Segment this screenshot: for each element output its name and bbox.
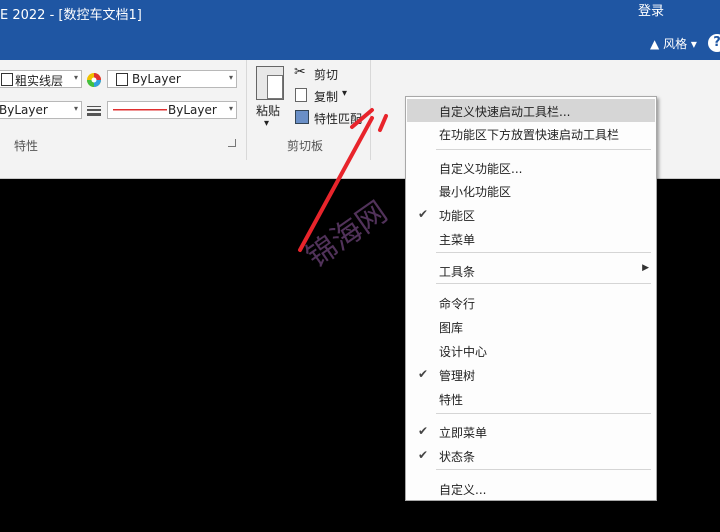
context-menu: 自定义快速启动工具栏... 在功能区下方放置快速启动工具栏 自定义功能区... 最小化… — [405, 96, 657, 501]
menu-item[interactable]: 工具条 ▶ — [407, 259, 655, 282]
menu-item-label: 工具条 — [439, 265, 476, 279]
menu-item[interactable]: ✔ 状态条 — [407, 444, 655, 467]
checkmark-icon: ✔ — [418, 207, 429, 221]
menu-item-label: 功能区 — [439, 209, 476, 223]
menu-item-label: 立即菜单 — [439, 426, 488, 440]
menu-item-label: 最小化功能区 — [439, 185, 512, 199]
checkmark-icon: ✔ — [418, 424, 429, 438]
checkmark-icon: ✔ — [418, 367, 429, 381]
menu-item-label: 自定义快速启动工具栏... — [439, 105, 571, 119]
submenu-arrow-icon: ▶ — [642, 263, 649, 273]
menu-item[interactable]: 图库 — [407, 315, 655, 338]
menu-item-label: 主菜单 — [439, 233, 476, 247]
menu-item-label: 图库 — [439, 321, 464, 335]
menu-item[interactable]: 主菜单 — [407, 227, 655, 250]
menu-item[interactable]: 自定义快速启动工具栏... — [407, 99, 655, 122]
menu-item-label: 自定义功能区... — [439, 162, 523, 176]
annotation-dash-2 — [378, 114, 388, 132]
menu-item[interactable]: ✔ 管理树 — [407, 363, 655, 386]
menu-separator — [436, 283, 651, 284]
menu-item[interactable]: 在功能区下方放置快速启动工具栏 — [407, 122, 655, 145]
menu-item-label: 状态条 — [439, 450, 476, 464]
menu-item[interactable]: ✔ 立即菜单 — [407, 420, 655, 443]
menu-item[interactable]: 特性 — [407, 387, 655, 410]
menu-item-label: 自定义... — [439, 483, 487, 497]
menu-item-label: 设计中心 — [439, 345, 488, 359]
menu-item-label: 管理树 — [439, 369, 476, 383]
menu-item[interactable]: 设计中心 — [407, 339, 655, 362]
menu-item-label: 特性 — [439, 393, 464, 407]
menu-item[interactable]: 自定义功能区... — [407, 156, 655, 179]
menu-item-label: 命令行 — [439, 297, 476, 311]
menu-item[interactable]: 最小化功能区 — [407, 179, 655, 202]
checkmark-icon: ✔ — [418, 448, 429, 462]
menu-item[interactable]: ✔ 功能区 — [407, 203, 655, 226]
menu-separator — [436, 469, 651, 470]
menu-item[interactable]: 自定义... — [407, 477, 655, 500]
menu-separator — [436, 252, 651, 253]
menu-item[interactable]: 命令行 — [407, 291, 655, 314]
menu-separator — [436, 413, 651, 414]
menu-item-label: 在功能区下方放置快速启动工具栏 — [439, 128, 620, 142]
menu-separator — [436, 149, 651, 150]
